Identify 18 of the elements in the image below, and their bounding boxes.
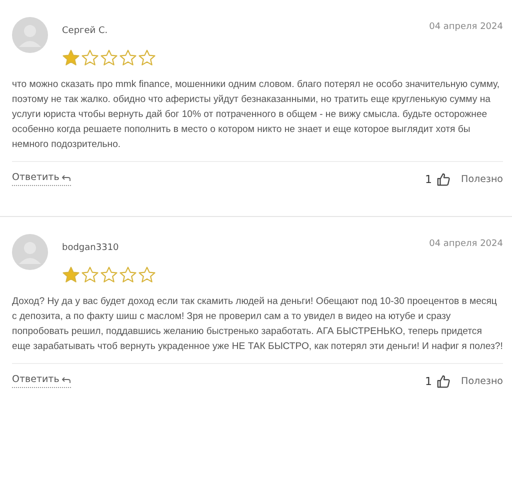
reply-link[interactable]: Ответить bbox=[12, 374, 72, 388]
avatar-icon bbox=[12, 234, 48, 270]
like-count: 1 bbox=[425, 374, 432, 388]
like-count: 1 bbox=[425, 172, 432, 186]
author-name: bodgan3310 bbox=[62, 243, 120, 253]
helpful-button[interactable]: Полезно bbox=[461, 376, 503, 386]
review-text: Доход? Ну да у вас будет доход если так скамить людей на деньги! Обещают под 10-30 проецентов в месяц с депозита, а по факту шиш с маслом! Зря не проверил сам а то увидел в видео на ютубе и сразу попробовать решил, поддавшись желанию быстренько заработать. АГА БЫСТРЕНЬКО, теперь придется еще зарабатывать чтоб вернуть украденное уже НЕ ТАК БЫСТРО, как потерял эти деньги! И нафиг я полез?! bbox=[12, 295, 503, 354]
thumbs-up-icon[interactable] bbox=[436, 374, 452, 388]
thumbs-up-icon[interactable] bbox=[436, 172, 452, 186]
review-date: 04 апреля 2024 bbox=[429, 22, 503, 32]
reply-link[interactable]: Ответить bbox=[12, 172, 72, 186]
helpful-button[interactable]: Полезно bbox=[461, 174, 503, 184]
reply-arrow-icon[interactable] bbox=[61, 376, 72, 384]
reply-arrow-icon[interactable] bbox=[61, 174, 72, 182]
review-text: что можно сказать про mmk finance, мошенники одним словом. благо потерял не особо значительную сумму, поэтому не так жалко. обидно что аферисты уйдут безнаказанными, но тратить еще кругленькую сумму на услуги юриста чтобы вернуть дай бог 10% от потраченного в общем - не вижу смысла. будьте осторожнее особенно когда решаете пополнить в место о котором никто не знает и еще которое выглядит хотя бы немного подозрительно. bbox=[12, 78, 501, 152]
avatar-icon bbox=[12, 17, 48, 53]
review-date: 04 апреля 2024 bbox=[429, 239, 503, 249]
author-name: Сергей С. bbox=[62, 26, 109, 36]
